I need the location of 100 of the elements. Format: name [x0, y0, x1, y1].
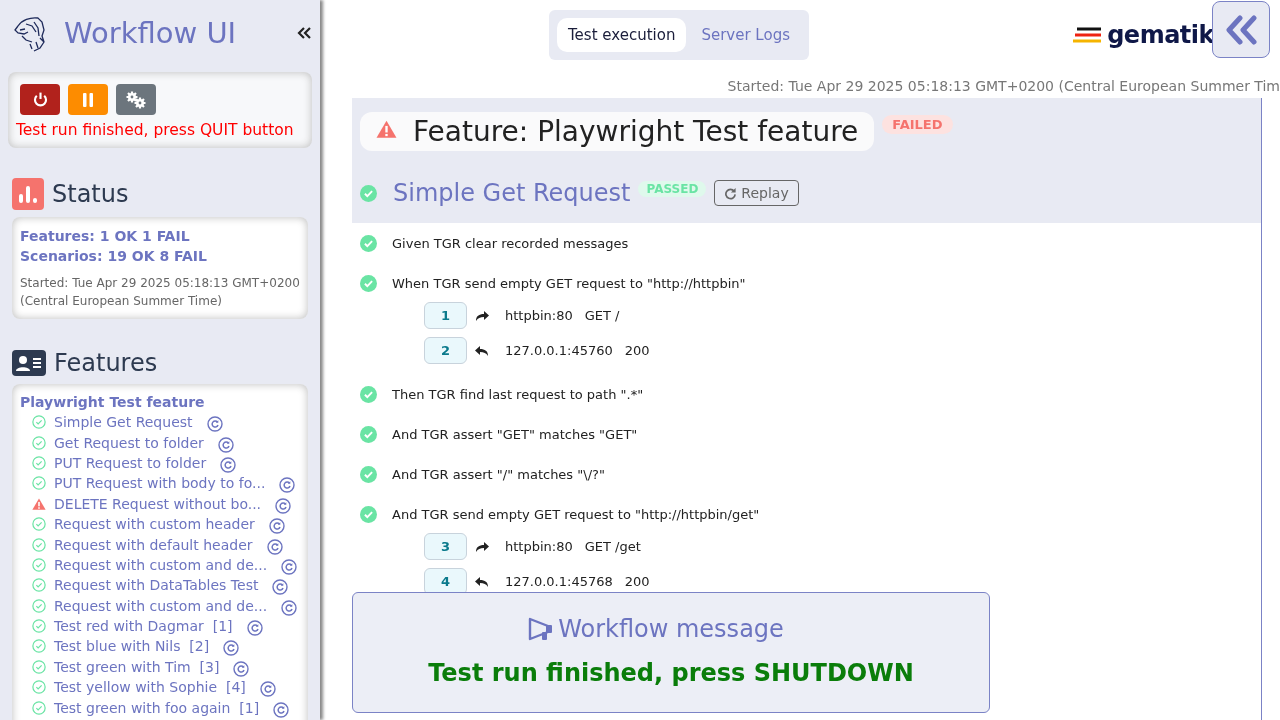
replay-icon[interactable]	[273, 701, 290, 718]
dialog-title: Workflow message	[558, 615, 784, 643]
warning-icon	[32, 497, 46, 510]
scenario-link[interactable]: Test green with foo again [1]	[54, 699, 260, 716]
collapse-panel-button[interactable]	[1212, 1, 1270, 58]
step-text: Then TGR find last request to path ".*"	[392, 386, 644, 402]
start-time: Started: Tue Apr 29 2025 05:18:13 GMT+0200 (Central European Summer Time)	[20, 275, 300, 310]
quit-button[interactable]	[20, 84, 60, 115]
tab[interactable]: Server Logs	[690, 18, 801, 52]
check-circle-icon	[32, 476, 46, 491]
message-info: GET /get	[584, 539, 641, 554]
scenario-link[interactable]: Simple Get Request	[54, 414, 193, 431]
check-circle-icon	[32, 598, 46, 613]
reply-arrow-icon	[475, 575, 489, 588]
check-circle-icon	[32, 415, 46, 430]
step-text: When TGR send empty GET request to "http://httpbin"	[392, 275, 746, 291]
scenario-link[interactable]: Request with custom and de...	[54, 556, 268, 573]
replay-icon[interactable]	[246, 620, 263, 637]
check-circle-icon	[32, 455, 46, 470]
reply-arrow-icon	[475, 344, 489, 357]
forward-arrow-icon	[475, 540, 489, 553]
forward-arrow-icon	[475, 309, 489, 322]
check-circle-icon	[32, 517, 46, 532]
megaphone-icon	[528, 617, 555, 641]
section-heading: Features	[54, 349, 158, 377]
message-info: 200	[624, 343, 650, 358]
replay-icon[interactable]	[281, 558, 298, 575]
check-circle-icon	[32, 557, 46, 572]
check-circle-icon	[32, 578, 46, 593]
message-info: 200	[624, 574, 650, 589]
pause-icon	[82, 92, 94, 107]
check-circle-icon	[360, 465, 377, 483]
replay-icon[interactable]	[281, 599, 298, 616]
check-circle-icon	[360, 184, 377, 202]
check-circle-icon	[360, 274, 377, 292]
replay-button[interactable]: Replay	[714, 180, 799, 206]
tab[interactable]: Test execution	[557, 18, 687, 52]
scenario-title: Simple Get Request	[393, 179, 631, 207]
scenario-link[interactable]: Request with default header	[54, 536, 253, 553]
power-icon	[31, 91, 49, 108]
scenario-link[interactable]: Get Request to folder	[54, 434, 204, 451]
flag-stripes-icon	[1073, 27, 1102, 43]
message-host: 127.0.0.1:45760	[505, 343, 613, 358]
replay-icon[interactable]	[223, 640, 240, 657]
warning-icon	[376, 120, 397, 139]
scenario-link[interactable]: Test green with Tim [3]	[54, 658, 220, 675]
replay-icon[interactable]	[275, 497, 292, 514]
message-number-button[interactable]: 2	[424, 337, 467, 364]
check-circle-icon	[32, 639, 46, 654]
message-host: httpbin:80	[505, 308, 573, 323]
pause-button[interactable]	[68, 84, 108, 115]
check-circle-icon	[32, 659, 46, 674]
replay-icon[interactable]	[266, 538, 283, 555]
check-circle-icon	[32, 680, 46, 695]
scenario-link[interactable]: DELETE Request without bo...	[54, 495, 262, 512]
contact-card-icon	[12, 350, 46, 376]
replay-icon[interactable]	[233, 660, 250, 677]
double-chevron-left-icon	[296, 26, 312, 40]
message-host: 127.0.0.1:45768	[505, 574, 613, 589]
status-badge: PASSED	[638, 181, 707, 197]
bar-chart-icon	[12, 178, 44, 210]
redo-icon	[724, 186, 738, 200]
scenario-link[interactable]: Request with custom and de...	[54, 597, 268, 614]
check-circle-icon	[32, 435, 46, 450]
double-chevron-left-icon	[1224, 14, 1258, 45]
settings-button[interactable]	[116, 84, 156, 115]
replay-icon[interactable]	[217, 436, 234, 453]
scenario-link[interactable]: PUT Request with body to fo...	[54, 475, 266, 492]
status-badge: FAILED	[882, 115, 953, 134]
replay-icon[interactable]	[268, 518, 285, 535]
step-text: And TGR send empty GET request to "http://httpbin/get"	[392, 506, 760, 522]
message-number-button[interactable]: 3	[424, 533, 467, 560]
feature-title: Feature: Playwright Test feature	[413, 115, 859, 148]
step-text: Given TGR clear recorded messages	[392, 235, 629, 251]
scenario-link[interactable]: Test blue with Nils [2]	[54, 638, 210, 655]
scenario-link[interactable]: Request with custom header	[54, 516, 255, 533]
logo-wordmark: gematik	[1107, 21, 1214, 49]
replay-icon[interactable]	[279, 477, 296, 494]
replay-icon[interactable]	[220, 456, 237, 473]
check-circle-icon	[360, 234, 377, 252]
scenario-link[interactable]: PUT Request to folder	[54, 454, 207, 471]
scenario-link[interactable]: Request with DataTables Test	[54, 577, 259, 594]
dialog-message: Test run finished, press SHUTDOWN	[428, 659, 914, 687]
features-summary: Features: 1 OK 1 FAIL	[20, 227, 191, 246]
collapse-sidebar-button[interactable]	[296, 26, 312, 40]
replay-icon[interactable]	[206, 416, 223, 433]
gears-icon	[125, 90, 147, 109]
scenario-link[interactable]: Test red with Dagmar [1]	[54, 618, 233, 635]
feature-link[interactable]: Playwright Test feature	[20, 394, 300, 410]
check-circle-icon	[32, 537, 46, 552]
replay-icon[interactable]	[259, 681, 276, 698]
scenarios-summary: Scenarios: 19 OK 8 FAIL	[20, 247, 208, 266]
section-heading: Status	[52, 180, 129, 208]
scenario-link[interactable]: Test yellow with Sophie [4]	[54, 679, 246, 696]
step-text: And TGR assert "/" matches "\/?"	[392, 466, 605, 482]
replay-icon[interactable]	[272, 579, 289, 596]
check-circle-icon	[360, 425, 377, 443]
message-number-button[interactable]: 1	[424, 302, 467, 329]
step-text: And TGR assert "GET" matches "GET"	[392, 426, 638, 442]
check-circle-icon	[32, 700, 46, 715]
